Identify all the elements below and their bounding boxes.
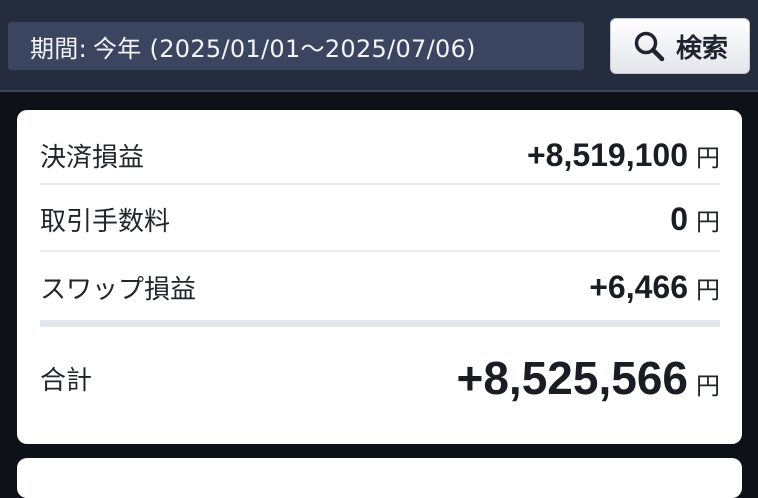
total-separator — [40, 320, 720, 327]
total-row: 合計 +8,525,566 円 — [40, 346, 720, 410]
commission-label: 取引手数料 — [40, 206, 171, 237]
search-button[interactable]: 検索 — [610, 18, 750, 74]
next-card — [17, 458, 742, 498]
row-divider — [40, 250, 720, 252]
total-value: +8,525,566 — [456, 352, 688, 404]
settlement-pnl-row: 決済損益 +8,519,100 円 — [40, 130, 720, 180]
swap-pnl-value: +6,466 — [589, 268, 688, 305]
swap-pnl-row: スワップ損益 +6,466 円 — [40, 262, 720, 312]
swap-pnl-label: スワップ損益 — [40, 274, 197, 305]
row-divider — [40, 183, 720, 185]
settlement-pnl-unit: 円 — [696, 143, 720, 172]
commission-unit: 円 — [696, 207, 720, 236]
magnifier-icon — [632, 29, 666, 63]
swap-pnl-unit: 円 — [696, 275, 720, 304]
total-unit: 円 — [696, 372, 720, 400]
commission-row: 取引手数料 0 円 — [40, 194, 720, 244]
period-label: 期間: — [30, 34, 87, 63]
period-selector[interactable]: 期間: 今年 (2025/01/01〜2025/07/06) — [8, 22, 584, 70]
period-value: 今年 (2025/01/01〜2025/07/06) — [93, 34, 476, 63]
settlement-pnl-label: 決済損益 — [40, 142, 145, 173]
settlement-pnl-value: +8,519,100 — [526, 136, 688, 173]
total-label: 合計 — [40, 365, 93, 396]
commission-value: 0 — [670, 200, 688, 237]
top-bar: 期間: 今年 (2025/01/01〜2025/07/06) 検索 — [0, 0, 758, 92]
search-button-label: 検索 — [675, 33, 728, 64]
pnl-summary-card: 決済損益 +8,519,100 円 取引手数料 0 円 スワップ損益 +6,46… — [17, 110, 742, 444]
